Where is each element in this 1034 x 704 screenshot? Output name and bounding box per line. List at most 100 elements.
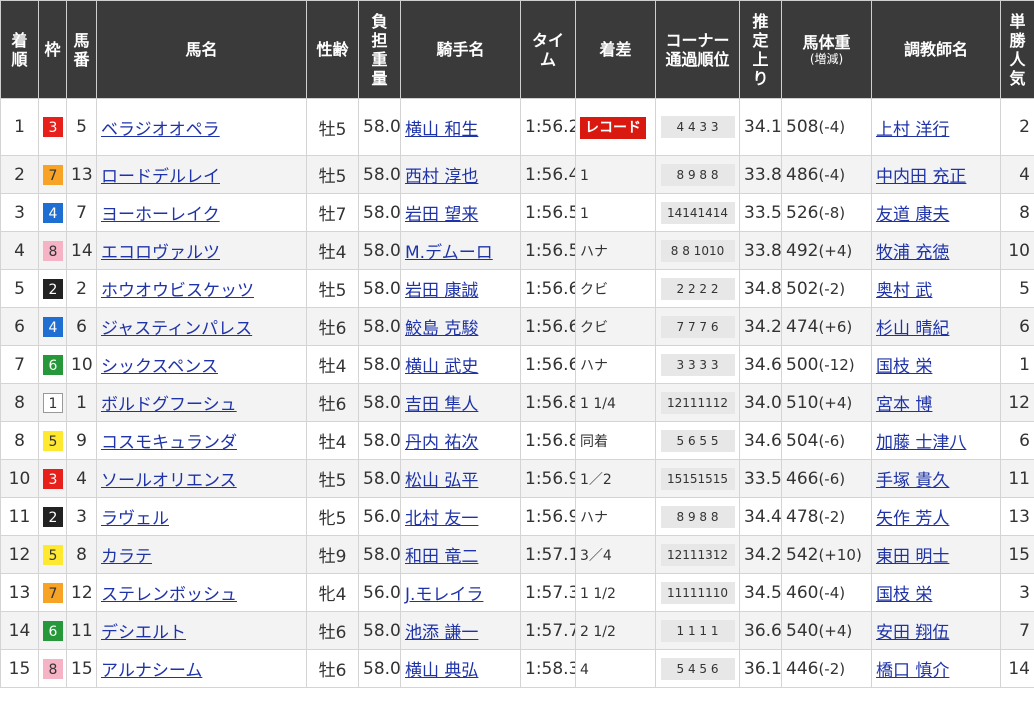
table-row: 5 2 2 ホウオウビスケッツ 牡5 58.0 岩田 康誠 1:56.6 クビ 2 2 2 2 34…: [0, 269, 1034, 308]
trainer-link[interactable]: 矢作 芳人: [876, 509, 949, 529]
trainer-link[interactable]: 手塚 貴久: [876, 471, 949, 491]
last3f-time: 34.4: [739, 497, 782, 536]
jockey-link[interactable]: J.モレイラ: [405, 585, 483, 605]
jockey-link[interactable]: 岩田 望来: [405, 205, 478, 225]
popularity-rank: 13: [1000, 497, 1034, 536]
body-weight: 504: [786, 430, 819, 451]
trainer-cell: 矢作 芳人: [871, 497, 1001, 536]
finish-time: 1:56.6: [520, 307, 576, 346]
bracket-cell: 6: [38, 611, 67, 650]
horse-name-link[interactable]: ジャスティンパレス: [101, 319, 252, 339]
horse-name-link[interactable]: ロードデルレイ: [101, 167, 220, 187]
horse-name-link[interactable]: ベラジオオペラ: [101, 120, 220, 140]
trainer-link[interactable]: 奥村 武: [876, 281, 932, 301]
horse-name-link[interactable]: コスモキュランダ: [101, 433, 237, 453]
jockey-link[interactable]: 横山 和生: [405, 120, 478, 140]
corner-positions: 3 3 3 3: [660, 353, 735, 376]
jockey-link[interactable]: M.デムーロ: [405, 243, 493, 263]
finish-position: 2: [0, 155, 39, 194]
trainer-link[interactable]: 橋口 慎介: [876, 661, 949, 681]
body-weight-change: (-4): [818, 165, 846, 184]
corner-positions: 4 4 3 3: [660, 116, 735, 138]
finish-position: 3: [0, 193, 39, 232]
header-time: タイム: [520, 0, 576, 99]
jockey-cell: 鮫島 克駿: [400, 307, 521, 346]
popularity-rank: 15: [1000, 535, 1034, 574]
horse-name-link[interactable]: ソールオリエンス: [101, 471, 237, 491]
header-finish: 着順: [0, 0, 39, 99]
trainer-link[interactable]: 加藤 士津八: [876, 433, 966, 453]
bracket-badge: 7: [43, 582, 63, 603]
trainer-link[interactable]: 中内田 充正: [876, 167, 966, 187]
header-last3f: 推定上り: [739, 0, 782, 99]
body-weight-cell: 466(-6): [781, 459, 872, 498]
corner-cell: 12111112: [655, 383, 740, 422]
bracket-badge: 6: [43, 354, 63, 375]
margin-cell: 1／2: [575, 459, 656, 498]
header-sex-age: 性齢: [306, 0, 359, 99]
body-weight: 542: [786, 544, 819, 565]
finish-position: 14: [0, 611, 39, 650]
trainer-link[interactable]: 杉山 晴紀: [876, 319, 949, 339]
horse-number: 14: [66, 231, 97, 270]
horse-name-link[interactable]: アルナシーム: [101, 661, 202, 681]
bracket-cell: 5: [38, 535, 67, 574]
body-weight-change: (+4): [818, 393, 853, 412]
finish-time: 1:56.8: [520, 383, 576, 422]
jockey-link[interactable]: 池添 謙一: [405, 623, 478, 643]
jockey-link[interactable]: 和田 竜二: [405, 547, 478, 567]
horse-name-link[interactable]: ボルドグフーシュ: [101, 395, 237, 415]
margin-value: 1: [580, 205, 589, 222]
jockey-link[interactable]: 丹内 祐次: [405, 433, 478, 453]
horse-name-link[interactable]: ステレンボッシュ: [101, 585, 237, 605]
last3f-time: 36.6: [739, 611, 782, 650]
bracket-cell: 4: [38, 307, 67, 346]
trainer-link[interactable]: 国枝 栄: [876, 357, 932, 377]
horse-name-link[interactable]: シックスペンス: [101, 357, 218, 377]
horse-name-link[interactable]: ヨーホーレイク: [101, 205, 220, 225]
horse-number: 10: [66, 345, 97, 384]
popularity-rank: 4: [1000, 155, 1034, 194]
horse-name-link[interactable]: ホウオウビスケッツ: [101, 281, 254, 301]
body-weight: 510: [786, 392, 819, 413]
horse-name-link[interactable]: カラテ: [101, 547, 152, 567]
jockey-link[interactable]: 横山 典弘: [405, 661, 478, 681]
trainer-link[interactable]: 国枝 栄: [876, 585, 932, 605]
trainer-link[interactable]: 安田 翔伍: [876, 623, 949, 643]
bracket-cell: 2: [38, 269, 67, 308]
trainer-link[interactable]: 友道 康夫: [876, 205, 949, 225]
bracket-badge: 5: [43, 544, 63, 565]
corner-cell: 14141414: [655, 193, 740, 232]
jockey-cell: 岩田 望来: [400, 193, 521, 232]
horse-name-link[interactable]: デシエルト: [101, 623, 186, 643]
bracket-cell: 2: [38, 497, 67, 536]
jockey-link[interactable]: 吉田 隼人: [405, 395, 478, 415]
jockey-link[interactable]: 松山 弘平: [405, 471, 478, 491]
jockey-link[interactable]: 岩田 康誠: [405, 281, 478, 301]
jockey-link[interactable]: 北村 友一: [405, 509, 478, 529]
horse-name-cell: ラヴェル: [96, 497, 307, 536]
horse-name-link[interactable]: エコロヴァルツ: [101, 243, 220, 263]
bracket-cell: 7: [38, 573, 67, 612]
last3f-time: 34.1: [739, 98, 782, 156]
sex-age: 牡5: [306, 155, 359, 194]
jockey-link[interactable]: 横山 武史: [405, 357, 478, 377]
horse-number: 5: [66, 98, 97, 156]
trainer-cell: 国枝 栄: [871, 573, 1001, 612]
margin-value: 1 1/2: [580, 585, 616, 602]
horse-name-link[interactable]: ラヴェル: [101, 509, 169, 529]
trainer-cell: 宮本 博: [871, 383, 1001, 422]
trainer-link[interactable]: 東田 明士: [876, 547, 949, 567]
body-weight: 526: [786, 202, 819, 223]
bracket-cell: 8: [38, 231, 67, 270]
trainer-link[interactable]: 上村 洋行: [876, 120, 949, 140]
jockey-link[interactable]: 鮫島 克駿: [405, 319, 478, 339]
weight-carried: 58.0: [358, 459, 401, 498]
jockey-link[interactable]: 西村 淳也: [405, 167, 478, 187]
last3f-time: 34.5: [739, 573, 782, 612]
horse-name-cell: シックスペンス: [96, 345, 307, 384]
corner-positions: 8 9 8 8: [660, 505, 735, 528]
trainer-link[interactable]: 宮本 博: [876, 395, 932, 415]
body-weight-cell: 542(+10): [781, 535, 872, 574]
trainer-link[interactable]: 牧浦 充徳: [876, 243, 949, 263]
